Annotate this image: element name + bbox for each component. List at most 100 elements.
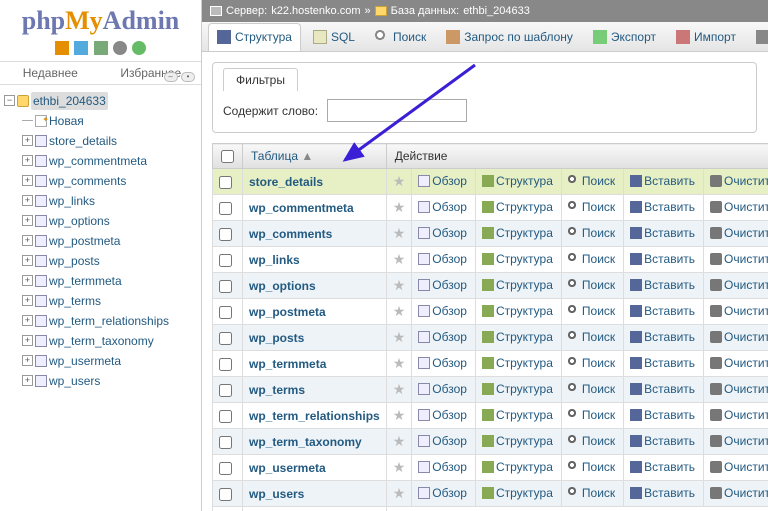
table-name-link[interactable]: wp_links [249,253,300,267]
browse-link[interactable]: Обзор [418,174,467,188]
search-link[interactable]: Поиск [568,356,615,370]
tree-table[interactable]: store_details [49,132,117,150]
row-checkbox[interactable] [219,462,232,475]
search-link[interactable]: Поиск [568,304,615,318]
insert-link[interactable]: Вставить [630,200,695,214]
row-checkbox[interactable] [219,384,232,397]
check-all-header[interactable] [221,150,234,163]
search-link[interactable]: Поиск [568,434,615,448]
breadcrumb-db[interactable]: ethbi_204633 [463,5,530,17]
tree-toggle[interactable]: + [22,315,33,326]
row-checkbox[interactable] [219,488,232,501]
tree-table[interactable]: wp_usermeta [49,352,121,370]
browse-link[interactable]: Обзор [418,304,467,318]
structure-link[interactable]: Структура [482,252,553,266]
browse-link[interactable]: Обзор [418,486,467,500]
row-checkbox[interactable] [219,436,232,449]
structure-link[interactable]: Структура [482,382,553,396]
favorite-star[interactable]: ★ [393,459,406,475]
tree-table[interactable]: wp_commentmeta [49,152,147,170]
browse-link[interactable]: Обзор [418,200,467,214]
row-checkbox[interactable] [219,228,232,241]
search-link[interactable]: Поиск [568,226,615,240]
expand-button[interactable]: • [181,72,195,82]
tree-table[interactable]: wp_terms [49,292,101,310]
structure-link[interactable]: Структура [482,200,553,214]
row-checkbox[interactable] [219,202,232,215]
insert-link[interactable]: Вставить [630,460,695,474]
tree-toggle[interactable]: + [22,155,33,166]
favorite-star[interactable]: ★ [393,251,406,267]
search-link[interactable]: Поиск [568,486,615,500]
table-name-link[interactable]: wp_termmeta [249,357,326,371]
table-name-link[interactable]: wp_postmeta [249,305,326,319]
structure-link[interactable]: Структура [482,408,553,422]
insert-link[interactable]: Вставить [630,356,695,370]
collapse-button[interactable]: – [164,72,178,82]
search-link[interactable]: Поиск [568,252,615,266]
insert-link[interactable]: Вставить [630,382,695,396]
tree-toggle[interactable]: + [22,355,33,366]
favorite-star[interactable]: ★ [393,485,406,501]
favorite-star[interactable]: ★ [393,225,406,241]
tree-table[interactable]: wp_term_taxonomy [49,332,154,350]
row-checkbox[interactable] [219,176,232,189]
structure-link[interactable]: Структура [482,304,553,318]
tree-db-name[interactable]: ethbi_204633 [31,92,108,110]
structure-link[interactable]: Структура [482,278,553,292]
tab-export[interactable]: Экспорт [585,22,664,52]
browse-link[interactable]: Обзор [418,382,467,396]
tree-table[interactable]: wp_termmeta [49,272,122,290]
tree-toggle[interactable]: + [22,295,33,306]
tab-operations[interactable]: Операции [748,22,768,52]
table-name-link[interactable]: wp_options [249,279,316,293]
tab-structure[interactable]: Структура [208,23,301,52]
search-link[interactable]: Поиск [568,330,615,344]
row-checkbox[interactable] [219,358,232,371]
search-link[interactable]: Поиск [568,382,615,396]
search-link[interactable]: Поиск [568,408,615,422]
filter-contains-input[interactable] [327,99,467,122]
table-name-link[interactable]: wp_usermeta [249,461,326,475]
insert-link[interactable]: Вставить [630,408,695,422]
tree-toggle[interactable]: + [22,195,33,206]
row-checkbox[interactable] [219,410,232,423]
tree-table[interactable]: wp_options [49,212,110,230]
structure-link[interactable]: Структура [482,226,553,240]
empty-link[interactable]: Очистить [710,408,768,422]
tree-new[interactable]: Новая [49,112,84,130]
browse-link[interactable]: Обзор [418,226,467,240]
insert-link[interactable]: Вставить [630,174,695,188]
tree-table[interactable]: wp_posts [49,252,100,270]
tree-toggle[interactable]: + [22,235,33,246]
browse-link[interactable]: Обзор [418,252,467,266]
table-name-link[interactable]: store_details [249,175,323,189]
tree-toggle[interactable]: + [22,215,33,226]
empty-link[interactable]: Очистить [710,278,768,292]
row-checkbox[interactable] [219,280,232,293]
search-link[interactable]: Поиск [568,200,615,214]
empty-link[interactable]: Очистить [710,252,768,266]
favorite-star[interactable]: ★ [393,173,406,189]
docs-icon[interactable] [94,41,108,55]
table-name-link[interactable]: wp_term_taxonomy [249,435,362,449]
search-link[interactable]: Поиск [568,174,615,188]
structure-link[interactable]: Структура [482,460,553,474]
table-name-link[interactable]: wp_term_relationships [249,409,380,423]
row-checkbox[interactable] [219,306,232,319]
structure-link[interactable]: Структура [482,174,553,188]
tab-search[interactable]: Поиск [367,22,434,52]
settings-icon[interactable] [113,41,127,55]
empty-link[interactable]: Очистить [710,226,768,240]
tree-table[interactable]: wp_links [49,192,95,210]
table-name-link[interactable]: wp_posts [249,331,304,345]
search-link[interactable]: Поиск [568,278,615,292]
tree-toggle[interactable]: + [22,135,33,146]
structure-link[interactable]: Структура [482,486,553,500]
empty-link[interactable]: Очистить [710,460,768,474]
table-name-link[interactable]: wp_terms [249,383,305,397]
tree-table[interactable]: wp_postmeta [49,232,120,250]
favorite-star[interactable]: ★ [393,381,406,397]
reload-icon[interactable] [132,41,146,55]
structure-link[interactable]: Структура [482,330,553,344]
